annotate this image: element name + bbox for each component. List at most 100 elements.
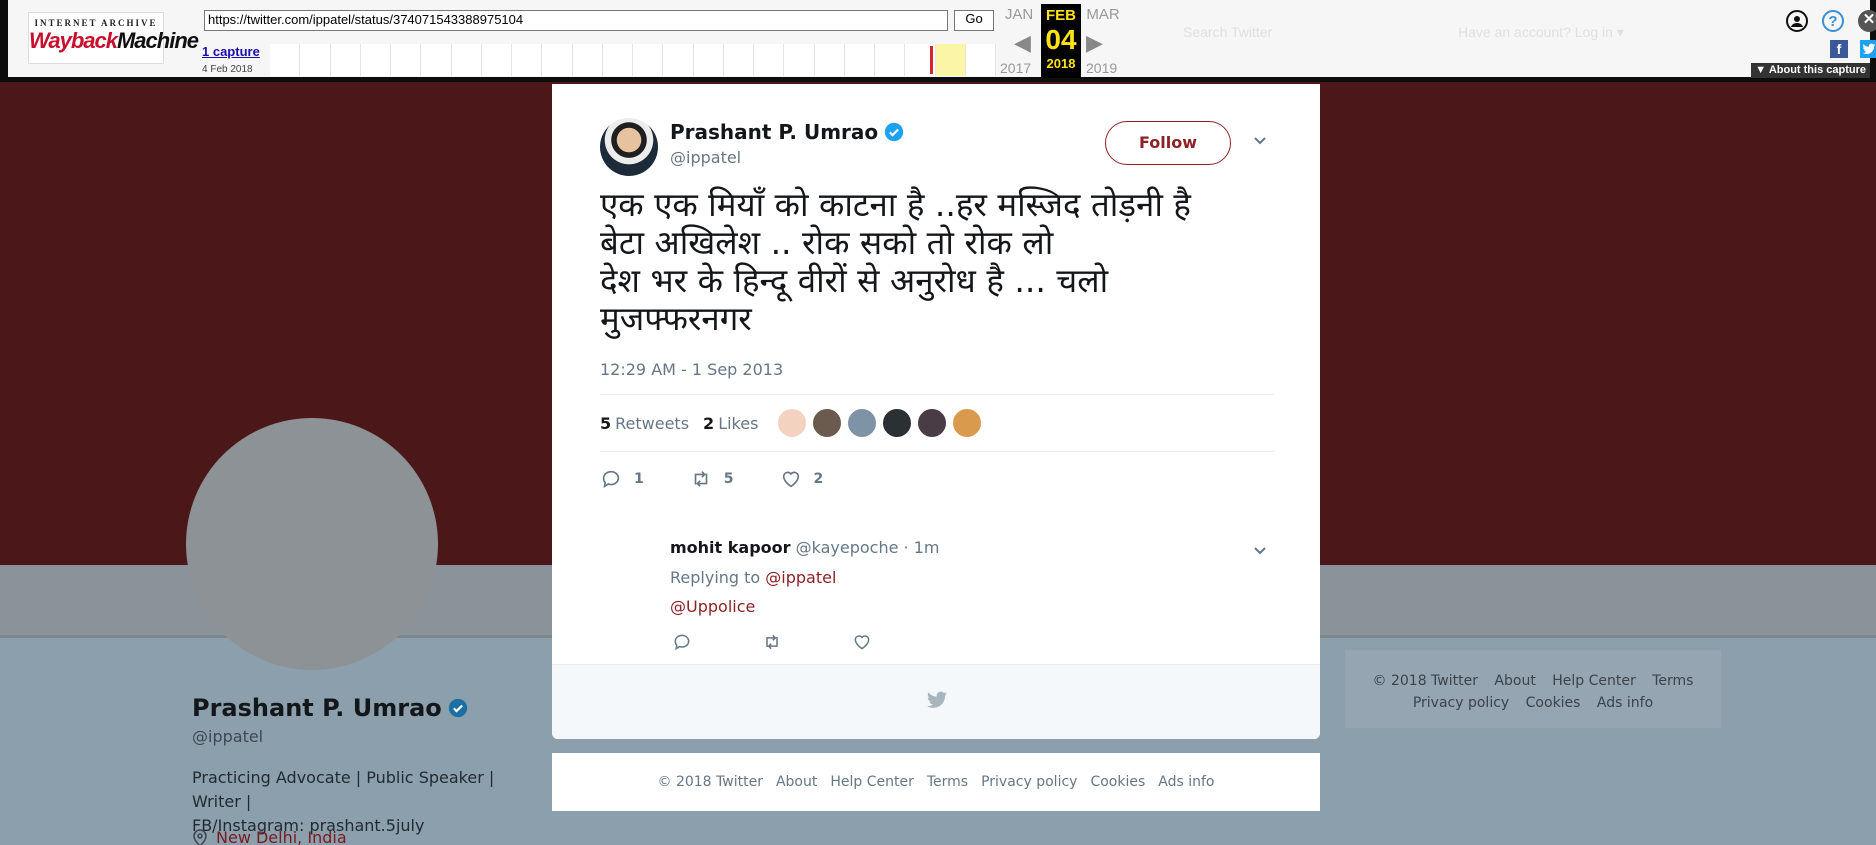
ghost-account-text: Have an account? Log in ▾ [1458,24,1624,40]
side-footer-ads-info[interactable]: Ads info [1597,695,1653,711]
sparkline-month-cell[interactable] [391,44,422,76]
liker-avatar[interactable] [777,408,808,438]
tweet-text-line: मुजफ्फरनगर [600,299,752,338]
heart-icon[interactable] [852,632,872,652]
twitter-share-icon[interactable] [1860,40,1876,58]
footer-help-center[interactable]: Help Center [830,774,914,790]
reply-menu-chevron-down-icon[interactable] [1252,542,1268,558]
reply-body-mention[interactable]: @Uppolice [670,597,755,616]
footer-cookies[interactable]: Cookies [1090,774,1145,790]
reply-header[interactable]: mohit kapoor @kayepoche · 1m [670,538,939,557]
close-icon[interactable]: ✕ [1858,10,1876,32]
sparkline-month-cell[interactable] [452,44,482,76]
side-footer-privacy[interactable]: Privacy policy [1413,695,1509,711]
likes-stat[interactable]: 2 Likes [703,414,758,433]
verified-badge-icon [884,122,904,142]
liker-avatar[interactable] [882,408,913,438]
side-footer-help-center[interactable]: Help Center [1552,673,1636,689]
tweet-author-handle[interactable]: @ippatel [670,148,741,167]
sparkline-month-cell[interactable] [482,44,512,76]
tweet-actions: 1 5 2 [600,468,869,490]
wayback-url-input[interactable]: https://twitter.com/ippatel/status/37407… [204,10,948,31]
wayback-captures-link[interactable]: 1 capture [202,44,260,59]
sparkline-month-cell[interactable] [694,44,724,76]
wayback-prev-arrow-icon[interactable]: ◀ [1014,30,1031,56]
profile-bio-line: Practicing Advocate | Public Speaker | W… [192,768,495,811]
sparkline-month-cell[interactable] [966,44,996,76]
reply-mention-link[interactable]: @ippatel [765,568,836,587]
sparkline-month-cell[interactable] [815,44,845,76]
sparkline-month-cell[interactable] [331,44,361,76]
like-action[interactable]: 2 [780,468,823,490]
sparkline-month-cell[interactable] [603,44,633,76]
profile-avatar[interactable] [186,418,438,670]
side-footer-cookies[interactable]: Cookies [1526,695,1581,711]
footer-privacy[interactable]: Privacy policy [981,774,1077,790]
sparkline-month-cell[interactable] [754,44,785,76]
sparkline-month-cell[interactable] [270,44,301,76]
sparkline-month-cell[interactable] [784,44,815,76]
profile-name-text: Prashant P. Umrao [192,694,442,722]
sparkline-month-cell[interactable] [633,44,664,76]
tweet-text-line: एक एक मियाँ को काटना है ..हर मस्जिद तोड़… [600,185,1191,224]
reply-icon[interactable] [672,632,692,652]
wayback-prev-month[interactable]: JAN [999,6,1039,23]
wayback-logo-top: INTERNET ARCHIVE [34,18,158,28]
side-footer-copyright: © 2018 Twitter [1372,673,1478,689]
tweet-timestamp[interactable]: 12:29 AM - 1 Sep 2013 [600,360,783,379]
sparkline-month-cell[interactable] [663,44,694,76]
help-icon[interactable]: ? [1822,10,1844,32]
sparkline-month-cell[interactable] [300,44,331,76]
side-footer: © 2018 Twitter About Help Center Terms P… [1345,650,1721,728]
footer-copyright: © 2018 Twitter [657,774,763,790]
sparkline-month-cell[interactable] [845,44,875,76]
sparkline-month-cell[interactable] [875,44,906,76]
tweet-menu-chevron-down-icon[interactable] [1252,132,1268,148]
ghost-search-text: Search Twitter [1183,24,1273,40]
wayback-go-button[interactable]: Go [954,10,994,31]
liker-avatar[interactable] [917,408,948,438]
sparkline-month-cell[interactable] [361,44,391,76]
profile-name[interactable]: Prashant P. Umrao [192,694,468,722]
about-capture-button[interactable]: ▼ About this capture [1751,63,1870,78]
facebook-icon[interactable]: f [1830,40,1848,58]
wayback-current-date: FEB 04 2018 [1041,4,1081,78]
wayback-logo[interactable]: INTERNET ARCHIVE WaybackMachine [28,12,199,64]
verified-badge-icon [448,698,467,718]
retweet-count: 5 [723,471,734,487]
sparkline-month-cell[interactable] [573,44,603,76]
wayback-current-day: 04 [1045,24,1077,55]
profile-location-link[interactable]: New Delhi, India [216,828,347,845]
sparkline-month-cell[interactable] [512,44,543,76]
wayback-next-month[interactable]: MAR [1083,6,1123,23]
retweets-stat[interactable]: 5 Retweets [600,414,689,433]
footer-ads-info[interactable]: Ads info [1158,774,1214,790]
retweet-icon[interactable] [762,632,782,652]
wayback-next-year[interactable]: 2019 [1086,60,1117,76]
retweet-icon [694,471,708,487]
liker-avatar[interactable] [952,408,983,438]
side-footer-about[interactable]: About [1494,673,1535,689]
wayback-prev-year[interactable]: 2017 [1000,60,1031,76]
retweet-action[interactable]: 5 [690,468,734,490]
tweet-text-line: देश भर के हिन्दू वीरों से अनुरोध है ... … [600,261,1109,300]
side-footer-terms[interactable]: Terms [1652,673,1693,689]
footer-terms[interactable]: Terms [927,774,968,790]
wayback-current-month: FEB [1046,7,1076,24]
tweet-author-avatar[interactable] [600,118,658,176]
modal-footer-links: © 2018 Twitter About Help Center Terms P… [552,753,1320,811]
sparkline-month-cell[interactable] [421,44,452,76]
account-icon[interactable] [1786,10,1808,32]
tweet-author-name[interactable]: Prashant P. Umrao [670,120,904,144]
liker-avatar[interactable] [847,408,878,438]
profile-handle[interactable]: @ippatel [192,727,263,746]
follow-button[interactable]: Follow [1105,121,1231,165]
reply-action[interactable]: 1 [600,468,644,490]
sparkline-month-cell[interactable] [935,44,966,76]
sparkline-month-cell[interactable] [724,44,754,76]
wayback-next-arrow-icon[interactable]: ▶ [1086,30,1103,56]
footer-about[interactable]: About [776,774,817,790]
liker-avatar[interactable] [812,408,843,438]
wayback-sparkline[interactable] [270,44,996,76]
sparkline-month-cell[interactable] [542,44,573,76]
